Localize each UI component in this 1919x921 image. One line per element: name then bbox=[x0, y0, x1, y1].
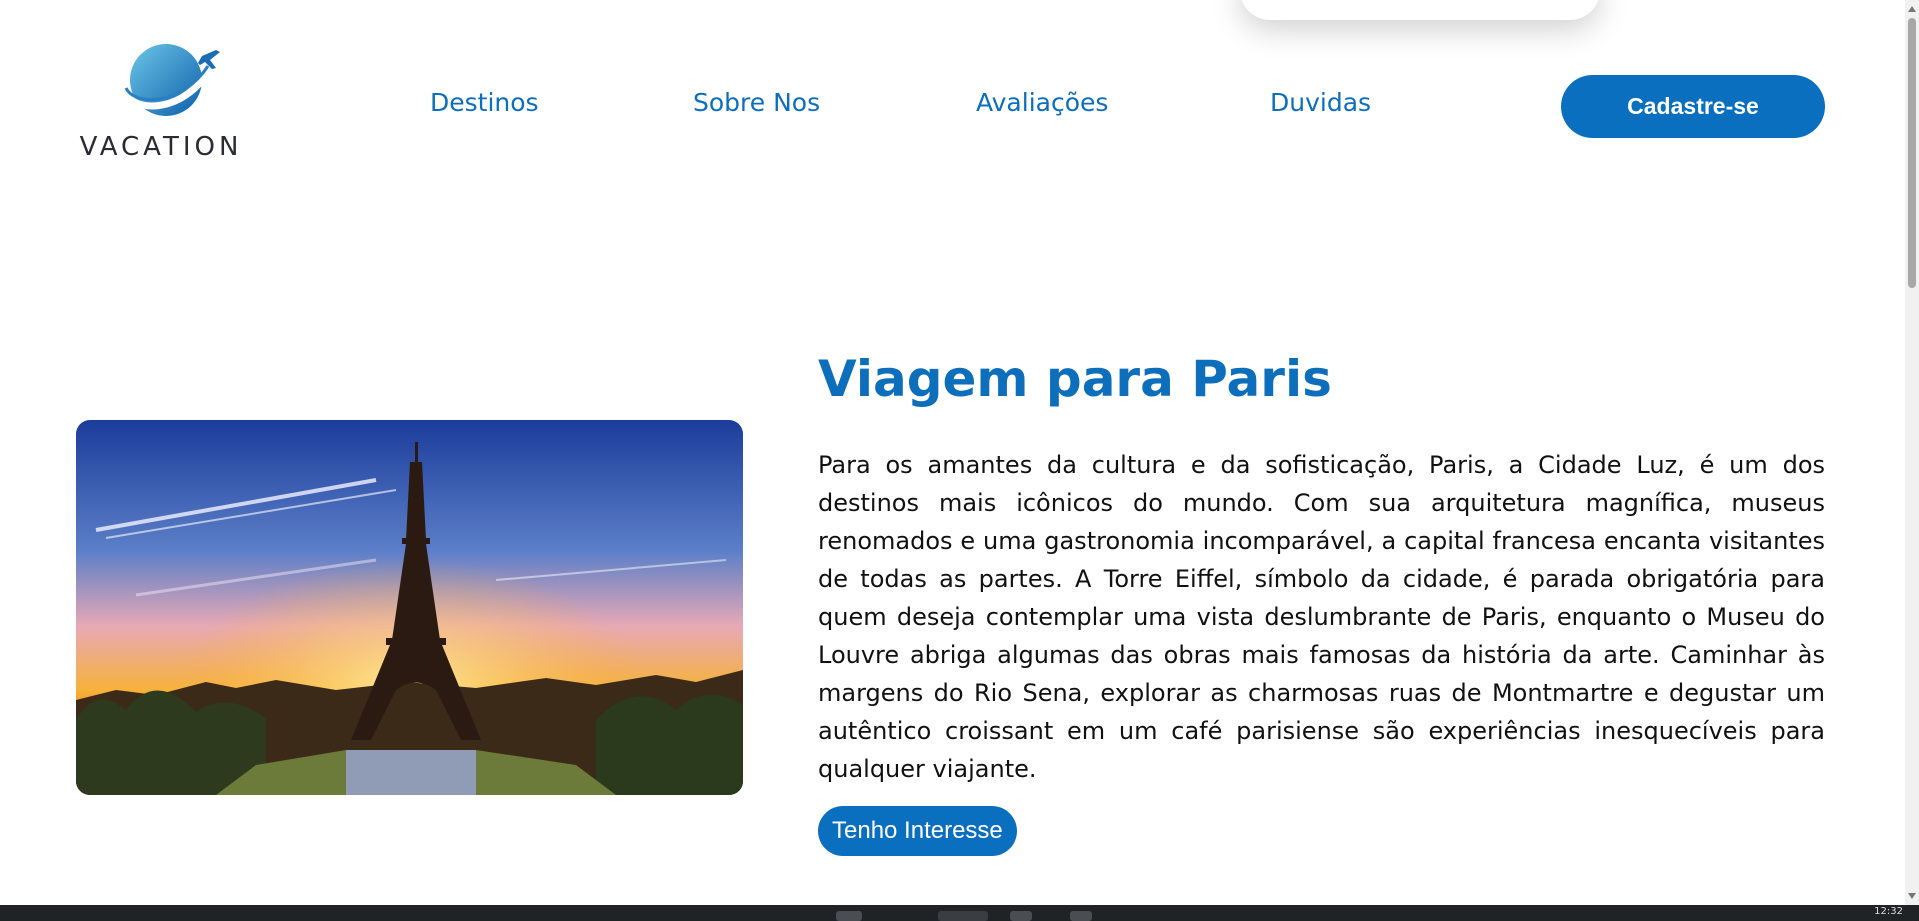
taskbar-app-icon[interactable] bbox=[1010, 911, 1032, 921]
nav-item-avaliacoes[interactable]: Avaliações bbox=[976, 88, 1108, 117]
taskbar-clock[interactable]: 12:32 bbox=[1874, 906, 1903, 917]
floating-panel-shadow bbox=[1240, 0, 1600, 20]
nav-item-duvidas[interactable]: Duvidas bbox=[1270, 88, 1371, 117]
scrollbar-thumb[interactable] bbox=[1908, 18, 1916, 288]
page: VACATION Destinos Sobre Nos Avaliações D… bbox=[0, 0, 1919, 921]
vertical-scrollbar[interactable] bbox=[1905, 0, 1919, 905]
taskbar-app-icon[interactable] bbox=[836, 911, 862, 921]
eiffel-tower-sunset-image bbox=[76, 420, 743, 795]
scroll-up-arrow-icon[interactable] bbox=[1908, 6, 1916, 12]
brand-name: VACATION bbox=[79, 132, 243, 162]
nav-item-sobre-nos[interactable]: Sobre Nos bbox=[693, 88, 820, 117]
destination-description: Para os amantes da cultura e da sofistic… bbox=[818, 451, 1825, 783]
scroll-down-arrow-icon[interactable] bbox=[1908, 893, 1916, 899]
page-title: Viagem para Paris bbox=[818, 350, 1332, 408]
nav-item-destinos[interactable]: Destinos bbox=[430, 88, 539, 117]
interest-button[interactable]: Tenho Interesse bbox=[818, 806, 1017, 856]
taskbar-active-app-icon[interactable] bbox=[938, 911, 988, 921]
taskbar: 12:32 bbox=[0, 905, 1919, 921]
taskbar-app-icon[interactable] bbox=[1070, 911, 1092, 921]
signup-button[interactable]: Cadastre-se bbox=[1561, 75, 1825, 138]
